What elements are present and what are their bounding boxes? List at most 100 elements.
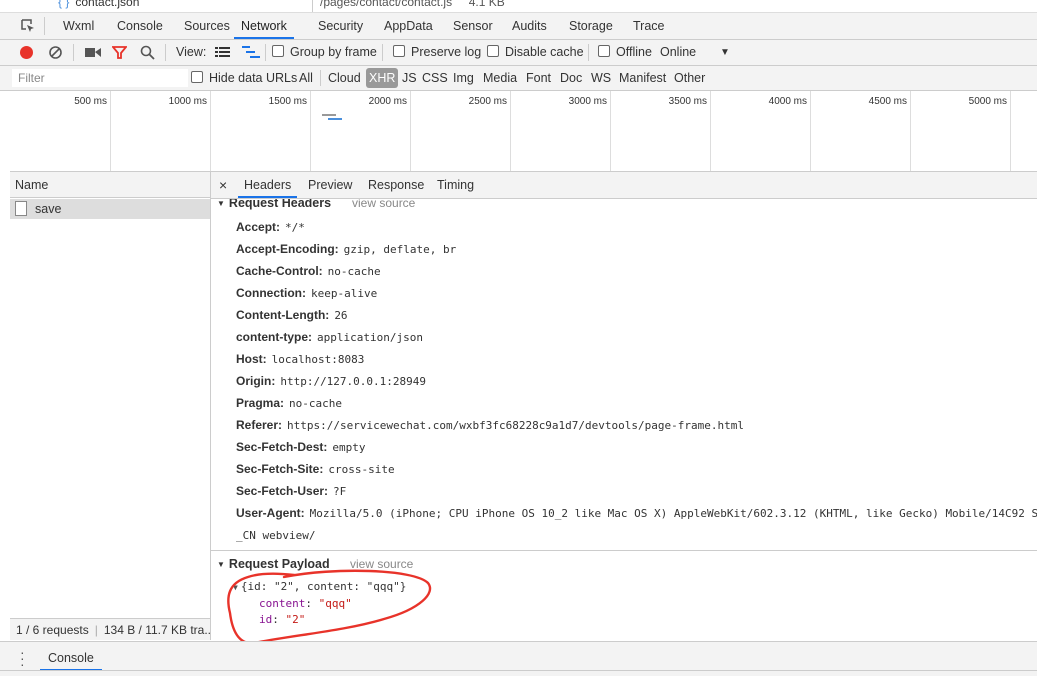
- request-detail-tabs: × Headers Preview Response Timing: [211, 172, 1037, 199]
- disable-cache-checkbox[interactable]: Disable cache: [487, 40, 584, 65]
- view-source-link[interactable]: view source: [350, 555, 413, 573]
- timeline-gridline: [310, 91, 311, 171]
- group-by-frame-checkbox[interactable]: Group by frame: [272, 40, 377, 65]
- payload-property: content: "qqq": [259, 597, 352, 610]
- throttling-select[interactable]: Online: [660, 40, 696, 65]
- header-row: Content-Length: 26: [236, 308, 348, 322]
- checkbox-box[interactable]: [487, 45, 499, 57]
- tab-audits[interactable]: Audits: [512, 13, 547, 39]
- tab-trace[interactable]: Trace: [633, 13, 665, 39]
- toolbar-divider: [588, 44, 589, 61]
- timeline-gridline: [110, 91, 111, 171]
- chevron-down-icon[interactable]: ▼: [720, 40, 730, 65]
- record-icon[interactable]: [19, 45, 34, 60]
- filter-type-all[interactable]: All: [299, 66, 313, 90]
- close-icon[interactable]: ×: [219, 172, 227, 198]
- large-rows-icon[interactable]: [215, 47, 230, 58]
- top-cut-strip: { } contact.json /pages/contact/contact.j…: [0, 0, 1037, 13]
- tab-wxml[interactable]: Wxml: [63, 13, 94, 39]
- file-entry-contact-js[interactable]: /pages/contact/contact.js 4.1 KB: [320, 0, 505, 9]
- filter-type-other[interactable]: Other: [674, 66, 705, 90]
- json-file-icon: { }: [58, 0, 70, 9]
- checkbox-box[interactable]: [393, 45, 405, 57]
- timeline-tick: 3500 ms: [668, 96, 707, 107]
- bottom-drawer: · · · Console: [0, 641, 1037, 676]
- header-row: Connection: keep-alive: [236, 286, 378, 300]
- header-row: Sec-Fetch-User: ?F: [236, 484, 347, 498]
- clear-icon[interactable]: [48, 45, 63, 60]
- filter-type-js[interactable]: JS: [402, 66, 417, 90]
- tab-headers[interactable]: Headers: [238, 172, 298, 198]
- tab-console[interactable]: Console: [117, 13, 163, 39]
- timeline-tick: 3000 ms: [568, 96, 607, 107]
- waterfall-icon[interactable]: [242, 46, 260, 59]
- filter-bar: Hide data URLs All Cloud XHR JS CSS Img …: [0, 66, 1037, 91]
- payload-summary[interactable]: ▼ {id: "2", content: "qqq"}: [233, 579, 406, 596]
- timeline-gridline: [1010, 91, 1011, 171]
- tab-sensor[interactable]: Sensor: [453, 13, 493, 39]
- header-row: Host: localhost:8083: [236, 352, 365, 366]
- tab-appdata[interactable]: AppData: [384, 13, 433, 39]
- toolbar-divider: [382, 44, 383, 61]
- tab-security[interactable]: Security: [318, 13, 363, 39]
- tab-timing[interactable]: Timing: [437, 172, 474, 198]
- timeline-tick: 4500 ms: [868, 96, 907, 107]
- header-row: Accept-Encoding: gzip, deflate, br: [236, 242, 457, 256]
- filter-type-cloud[interactable]: Cloud: [328, 66, 361, 90]
- header-row: Cache-Control: no-cache: [236, 264, 381, 278]
- tab-response[interactable]: Response: [368, 172, 424, 198]
- filter-type-img[interactable]: Img: [453, 66, 474, 90]
- drawer-tab-console[interactable]: Console: [40, 647, 102, 671]
- hide-data-urls-checkbox[interactable]: Hide data URLs: [191, 66, 297, 90]
- file-entry-contact-json[interactable]: { } contact.json: [58, 0, 139, 9]
- header-row: Origin: http://127.0.0.1:28949: [236, 374, 427, 388]
- status-divider: |: [94, 623, 98, 637]
- request-row-save[interactable]: save: [10, 199, 210, 219]
- request-list-pane: Name save 1 / 6 requests | 134 B / 11.7 KB…: [10, 172, 211, 640]
- timeline-gridline: [610, 91, 611, 171]
- view-label: View:: [176, 45, 207, 59]
- timeline-tick: 5000 ms: [968, 96, 1007, 107]
- inspect-element-icon[interactable]: [20, 18, 36, 34]
- filter-type-ws[interactable]: WS: [591, 66, 611, 90]
- filter-type-font[interactable]: Font: [526, 66, 551, 90]
- filter-input[interactable]: [12, 69, 188, 87]
- video-camera-icon[interactable]: [85, 47, 101, 58]
- tab-network[interactable]: Network: [234, 13, 294, 39]
- timeline-tick: 4000 ms: [768, 96, 807, 107]
- filter-type-xhr[interactable]: XHR: [366, 68, 399, 88]
- checkbox-box[interactable]: [598, 45, 610, 57]
- view-source-link[interactable]: view source: [352, 199, 415, 212]
- filter-type-doc[interactable]: Doc: [560, 66, 582, 90]
- filter-icon[interactable]: [112, 45, 127, 60]
- filter-type-css[interactable]: CSS: [422, 66, 448, 90]
- devtools-tab-bar: Wxml Console Sources Network Security Ap…: [0, 13, 1037, 40]
- tab-sources[interactable]: Sources: [184, 13, 230, 39]
- filter-type-media[interactable]: Media: [483, 66, 517, 90]
- checkbox-box[interactable]: [191, 71, 203, 83]
- more-options-icon[interactable]: · · ·: [20, 645, 25, 671]
- request-payload-section[interactable]: ▼ Request Payload: [217, 555, 330, 573]
- timeline-request-bar: [322, 114, 336, 116]
- header-row-wrap: _CN webview/: [236, 529, 316, 542]
- header-row: Accept: */*: [236, 220, 305, 234]
- tab-storage[interactable]: Storage: [569, 13, 613, 39]
- preserve-log-checkbox[interactable]: Preserve log: [393, 40, 481, 65]
- offline-checkbox[interactable]: Offline: [598, 40, 652, 65]
- search-icon[interactable]: [140, 45, 155, 60]
- toolbar-divider: [265, 44, 266, 61]
- timeline-tick: 1500 ms: [268, 96, 307, 107]
- timeline-gridline: [910, 91, 911, 171]
- request-headers-section[interactable]: ▼ Request Headers: [217, 199, 331, 212]
- expand-triangle-icon: ▼: [217, 560, 225, 569]
- timeline-gridline: [710, 91, 711, 171]
- tab-preview[interactable]: Preview: [308, 172, 352, 198]
- timeline-gridline: [210, 91, 211, 171]
- checkbox-box[interactable]: [272, 45, 284, 57]
- payload-property: id: "2": [259, 613, 306, 626]
- header-row: User-Agent: Mozilla/5.0 (iPhone; CPU iPho…: [236, 506, 1037, 520]
- name-column-header[interactable]: Name: [10, 172, 210, 198]
- timeline-overview[interactable]: 500 ms 1000 ms 1500 ms 2000 ms 2500 ms 3…: [10, 91, 1037, 172]
- filter-type-manifest[interactable]: Manifest: [619, 66, 666, 90]
- network-status-bar: 1 / 6 requests | 134 B / 11.7 KB tra...: [10, 618, 210, 640]
